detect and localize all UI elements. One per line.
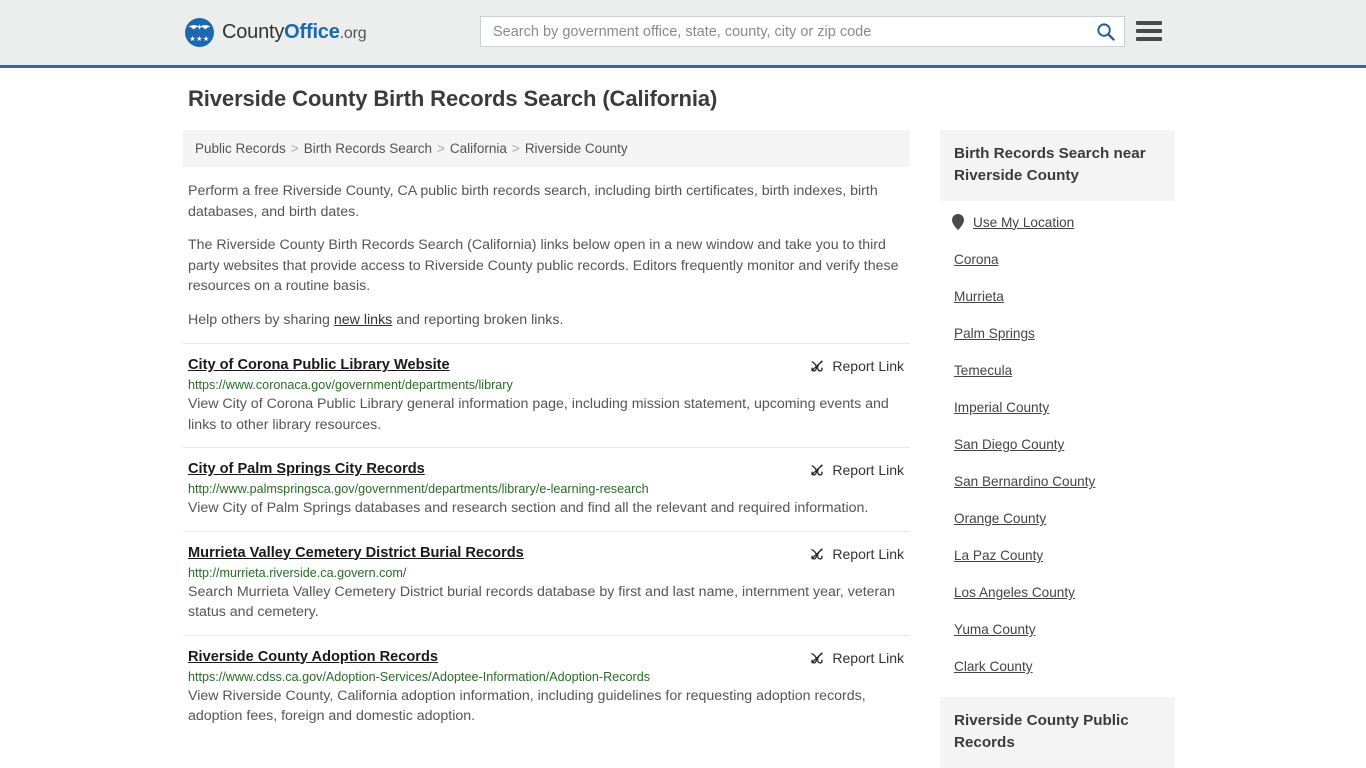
result-item: Murrieta Valley Cemetery District Burial…	[183, 530, 910, 635]
search-icon	[1096, 23, 1115, 41]
result-title-link[interactable]: Murrieta Valley Cemetery District Burial…	[188, 545, 524, 561]
broken-link-icon	[811, 651, 824, 664]
report-link-button[interactable]: Report Link	[809, 358, 910, 374]
intro-paragraph-2: The Riverside County Birth Records Searc…	[188, 237, 899, 294]
sidebar-nearby-link[interactable]: Palm Springs	[954, 326, 1035, 341]
broken-link-icon	[811, 360, 824, 372]
results-list: City of Corona Public Library Website Rep…	[183, 343, 910, 739]
use-my-location-row[interactable]: Use My Location	[940, 201, 1175, 241]
nearby-links-list: Corona Murrieta Palm Springs Temecula Imperi…	[940, 241, 1175, 685]
result-header: Murrieta Valley Cemetery District Burial…	[188, 545, 910, 562]
sidebar-nearby-link[interactable]: Murrieta	[954, 289, 1004, 304]
three-stars-icon: ★★★	[189, 36, 210, 43]
intro-p3-after: and reporting broken links.	[392, 311, 564, 328]
sidebar-nearby-link[interactable]: San Bernardino County	[954, 474, 1095, 489]
sidebar-nearby-link[interactable]: Clark County	[954, 659, 1033, 674]
breadcrumb-item[interactable]: California	[450, 141, 507, 156]
broken-link-icon	[811, 547, 824, 560]
breadcrumb-separator: >	[437, 141, 445, 156]
report-link-label: Report Link	[832, 545, 904, 562]
sidebar-nearby-item[interactable]: San Diego County	[942, 426, 1175, 463]
sidebar-nearby-link[interactable]: La Paz County	[954, 548, 1043, 563]
result-title-link[interactable]: Riverside County Adoption Records	[188, 649, 438, 665]
report-link-label: Report Link	[832, 649, 904, 666]
sidebar-nearby-item[interactable]: Clark County	[942, 648, 1175, 685]
search-input[interactable]	[481, 17, 1086, 46]
hamburger-bar	[1136, 21, 1162, 25]
report-link-button[interactable]: Report Link	[809, 462, 910, 478]
sidebar-nearby-item[interactable]: Yuma County	[942, 611, 1175, 648]
result-item: City of Corona Public Library Website Rep…	[183, 343, 910, 447]
result-url: http://murrieta.riverside.ca.govern.com/	[188, 565, 407, 580]
result-url: https://www.cdss.ca.gov/Adoption-Service…	[188, 669, 651, 684]
sidebar-nearby-link[interactable]: Yuma County	[954, 622, 1036, 637]
intro-paragraph-1: Perform a free Riverside County, CA publ…	[188, 183, 878, 220]
breadcrumb-separator: >	[511, 141, 520, 156]
sidebar-nearby-item[interactable]: San Bernardino County	[942, 463, 1175, 500]
result-item: City of Palm Springs City Records Report …	[183, 447, 910, 531]
page-title: Riverside County Birth Records Search (C…	[188, 86, 718, 111]
result-item: Riverside County Adoption Records Report …	[183, 634, 910, 739]
report-link-button[interactable]: Report Link	[809, 650, 910, 666]
sidebar-nearby-link[interactable]: Corona	[954, 252, 999, 267]
sidebar-nearby-link[interactable]: Imperial County	[954, 400, 1049, 415]
new-links-link[interactable]: new links	[334, 312, 392, 328]
sidebar-nearby-item[interactable]: Los Angeles County	[942, 574, 1175, 611]
public-records-panel-heading: Riverside County Public Records	[940, 697, 1175, 768]
brand-part-office: Office	[284, 21, 340, 43]
sidebar-nearby-item[interactable]: Corona	[942, 241, 1175, 278]
sidebar-nearby-item[interactable]: Palm Springs	[942, 315, 1175, 352]
intro-paragraph-3: Help others by sharing new links and rep…	[188, 310, 910, 331]
report-link-label: Report Link	[832, 358, 904, 374]
result-description: View Riverside County, California adopti…	[188, 687, 866, 725]
sidebar-nearby-item[interactable]: Orange County	[942, 500, 1175, 537]
sidebar: Birth Records Search near Riverside Coun…	[940, 130, 1175, 768]
hamburger-bar	[1136, 29, 1162, 33]
result-header: City of Corona Public Library Website Rep…	[188, 357, 910, 374]
result-url: http://www.palmspringsca.gov/government/…	[188, 482, 649, 496]
nearby-panel-heading: Birth Records Search near Riverside Coun…	[940, 130, 1175, 201]
result-title-link[interactable]: City of Palm Springs City Records	[188, 461, 425, 477]
hamburger-menu-icon[interactable]	[1136, 19, 1162, 43]
result-description: Search Murrieta Valley Cemetery District…	[188, 583, 896, 621]
sidebar-nearby-item[interactable]: Temecula	[942, 352, 1175, 389]
sidebar-nearby-item[interactable]: Imperial County	[942, 389, 1175, 426]
county-office-seal-icon: ★★★	[185, 18, 214, 47]
intro-p3-before: Help others by sharing	[188, 311, 334, 328]
main-content: Public Records > Birth Records Search > Cali…	[183, 130, 910, 739]
breadcrumb-separator: >	[290, 141, 299, 156]
breadcrumb-item[interactable]: Public Records	[195, 141, 286, 156]
result-title-link[interactable]: City of Corona Public Library Website	[188, 357, 450, 373]
sidebar-nearby-link[interactable]: Los Angeles County	[954, 585, 1075, 600]
result-header: Riverside County Adoption Records Report …	[188, 649, 910, 666]
result-description: View City of Corona Public Library gener…	[188, 396, 889, 433]
sidebar-nearby-link[interactable]: Orange County	[954, 511, 1046, 526]
report-link-button[interactable]: Report Link	[809, 546, 910, 562]
search-bar[interactable]	[480, 16, 1125, 47]
report-link-label: Report Link	[832, 462, 904, 478]
result-url: https://www.coronaca.gov/government/depa…	[188, 378, 513, 392]
site-logo[interactable]: ★★★ CountyOffice.org	[185, 18, 367, 47]
broken-link-icon	[811, 464, 824, 476]
intro-text: Perform a free Riverside County, CA publ…	[183, 181, 910, 330]
sidebar-nearby-item[interactable]: Murrieta	[942, 278, 1175, 315]
result-header: City of Palm Springs City Records Report …	[188, 461, 910, 478]
breadcrumb-item: Riverside County	[524, 141, 628, 156]
site-header: ★★★ CountyOffice.org	[0, 0, 1366, 68]
hamburger-bar	[1136, 37, 1162, 41]
sidebar-nearby-link[interactable]: Temecula	[954, 363, 1012, 378]
brand-wordmark: CountyOffice.org	[222, 21, 367, 44]
breadcrumb: Public Records > Birth Records Search > Cali…	[183, 130, 910, 167]
page-container: Riverside County Birth Records Search (C…	[183, 68, 1183, 768]
result-description: View City of Palm Springs databases and …	[188, 500, 869, 516]
sidebar-nearby-item[interactable]: La Paz County	[942, 537, 1175, 574]
map-pin-icon	[952, 214, 964, 230]
search-button[interactable]	[1086, 17, 1124, 46]
breadcrumb-item[interactable]: Birth Records Search	[304, 141, 432, 156]
sidebar-nearby-link[interactable]: San Diego County	[954, 437, 1064, 452]
eagle-glyph	[188, 24, 211, 30]
brand-part-county: County	[222, 21, 285, 43]
brand-part-org: .org	[339, 25, 367, 42]
use-my-location-link[interactable]: Use My Location	[973, 215, 1074, 230]
